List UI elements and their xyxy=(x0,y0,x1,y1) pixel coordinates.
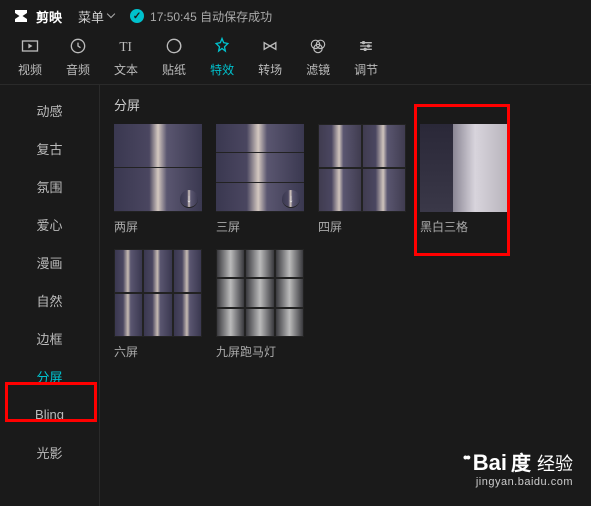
effect-card-four[interactable]: 四屏 xyxy=(318,124,406,235)
sidebar-item-split[interactable]: 分屏 xyxy=(0,357,99,395)
effect-thumbnail xyxy=(420,124,508,212)
effect-label: 三屏 xyxy=(216,218,304,235)
effect-label: 两屏 xyxy=(114,218,202,235)
tool-label: 贴纸 xyxy=(162,61,186,78)
effect-thumbnail xyxy=(114,249,202,337)
sidebar-item-bling[interactable]: Bling xyxy=(0,395,99,433)
svg-text:TI: TI xyxy=(119,39,132,54)
sticker-icon xyxy=(163,35,185,57)
effect-label: 黑白三格 xyxy=(420,218,508,235)
effect-thumbnail: ↓ xyxy=(114,124,202,212)
sidebar-item-retro[interactable]: 复古 xyxy=(0,129,99,167)
effect-card-three[interactable]: ↓ 三屏 xyxy=(216,124,304,235)
watermark: •• Bai度 经验 jingyan.baidu.com xyxy=(463,447,573,488)
effect-label: 四屏 xyxy=(318,218,406,235)
sidebar-item-comic[interactable]: 漫画 xyxy=(0,243,99,281)
sidebar-item-frame[interactable]: 边框 xyxy=(0,319,99,357)
sidebar-item-heart[interactable]: 爱心 xyxy=(0,205,99,243)
download-icon[interactable]: ↓ xyxy=(180,190,198,208)
effect-card-two[interactable]: ↓ 两屏 xyxy=(114,124,202,235)
paw-icon: •• xyxy=(463,449,469,465)
effect-label: 九屏跑马灯 xyxy=(216,343,304,360)
effect-label: 六屏 xyxy=(114,343,202,360)
app-name: 剪映 xyxy=(36,7,62,26)
sidebar-item-mood[interactable]: 氛围 xyxy=(0,167,99,205)
check-icon: ✓ xyxy=(130,9,144,23)
tool-label: 视频 xyxy=(18,61,42,78)
text-icon: TI xyxy=(115,35,137,57)
tool-video[interactable]: 视频 xyxy=(18,35,42,78)
tool-audio[interactable]: 音频 xyxy=(66,35,90,78)
tool-trans[interactable]: 转场 xyxy=(258,35,282,78)
effect-icon xyxy=(211,35,233,57)
tool-label: 特效 xyxy=(210,61,234,78)
tool-label: 文本 xyxy=(114,61,138,78)
tool-adjust[interactable]: 调节 xyxy=(354,35,378,78)
tool-effect[interactable]: 特效 xyxy=(210,35,234,78)
sidebar-item-light[interactable]: 光影 xyxy=(0,433,99,471)
download-icon[interactable]: ↓ xyxy=(282,190,300,208)
tool-label: 转场 xyxy=(258,61,282,78)
menu-button[interactable]: 菜单 xyxy=(78,7,114,26)
adjust-icon xyxy=(355,35,377,57)
tool-label: 滤镜 xyxy=(306,61,330,78)
effect-thumbnail xyxy=(216,249,304,337)
tool-label: 音频 xyxy=(66,61,90,78)
filter-icon xyxy=(307,35,329,57)
effect-card-nine[interactable]: 九屏跑马灯 xyxy=(216,249,304,360)
tool-sticker[interactable]: 贴纸 xyxy=(162,35,186,78)
video-icon xyxy=(19,35,41,57)
tool-label: 调节 xyxy=(354,61,378,78)
section-title: 分屏 xyxy=(114,95,577,114)
sidebar-item-motion[interactable]: 动感 xyxy=(0,91,99,129)
tool-text[interactable]: TI 文本 xyxy=(114,35,138,78)
effect-thumbnail xyxy=(318,124,406,212)
menu-label: 菜单 xyxy=(78,7,104,26)
sidebar-item-nature[interactable]: 自然 xyxy=(0,281,99,319)
trans-icon xyxy=(259,35,281,57)
effect-card-six[interactable]: 六屏 xyxy=(114,249,202,360)
chevron-down-icon xyxy=(107,10,115,18)
app-logo-icon xyxy=(12,7,30,25)
save-status: 17:50:45 自动保存成功 xyxy=(150,8,272,25)
tool-filter[interactable]: 滤镜 xyxy=(306,35,330,78)
effect-card-bw3[interactable]: 黑白三格 xyxy=(420,124,508,235)
audio-icon xyxy=(67,35,89,57)
effect-thumbnail: ↓ xyxy=(216,124,304,212)
